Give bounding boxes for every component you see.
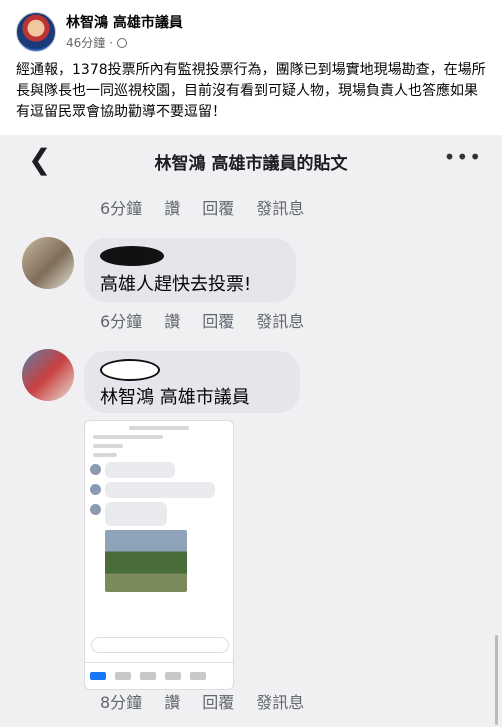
shot-nav-title: 林智鴻 高雄市議員的貼文: [154, 154, 348, 174]
post-time[interactable]: 46分鐘 ·: [66, 36, 117, 50]
attached-photo: [105, 530, 187, 592]
like-action: 讚: [164, 199, 181, 218]
embedded-screenshot: ❮ 林智鴻 高雄市議員的貼文 ••• 6分鐘讚回覆 發訊息 高雄人趕快去投票! 6…: [0, 135, 502, 727]
like-action: 讚: [164, 693, 181, 712]
globe-icon: [116, 38, 127, 48]
attached-image-header: [85, 426, 233, 430]
reply-action: 回覆: [202, 312, 235, 331]
comment-text: 高雄人趕快去投票!: [100, 274, 252, 295]
message-action: 發訊息: [256, 693, 305, 712]
commenter-avatar: [22, 349, 74, 401]
attached-bubble: [90, 482, 215, 498]
comment-actions: 8分鐘 讚 回覆 發訊息: [100, 689, 326, 713]
comment-time: 6分鐘: [100, 312, 143, 331]
commenter-avatar: [22, 237, 74, 289]
redacted-name: [100, 246, 164, 266]
author-avatar[interactable]: [16, 12, 56, 52]
attached-tab-bar: [85, 637, 233, 689]
comment-time: 6分鐘: [100, 199, 143, 218]
reply-action: 回覆: [202, 199, 235, 218]
comment-actions: 6分鐘 讚 回覆 發訊息: [100, 308, 326, 332]
comment-bubble: 林智鴻 高雄市議員: [84, 351, 300, 413]
scrollbar: [495, 635, 498, 725]
shot-nav-bar: ❮ 林智鴻 高雄市議員的貼文 •••: [0, 135, 502, 185]
attached-input: [91, 637, 229, 653]
attached-image: [84, 420, 234, 690]
comment-bubble: 高雄人趕快去投票!: [84, 238, 296, 302]
comment-time: 8分鐘: [100, 693, 143, 712]
redacted-name: [100, 359, 160, 381]
message-action: 發訊息: [256, 199, 305, 218]
comment-text: 林智鴻 高雄市議員: [100, 387, 250, 408]
more-icon: •••: [443, 145, 482, 169]
attached-bubble: [90, 462, 175, 478]
author-name[interactable]: 林智鴻 高雄市議員: [66, 12, 183, 32]
comment-actions: 6分鐘 讚 回覆 發訊息: [100, 195, 326, 219]
message-action: 發訊息: [256, 312, 305, 331]
post-meta: 46分鐘 ·: [66, 34, 127, 51]
post-body: 經通報，1378投票所內有監視投票行為，團隊已到場實地現場勘查，在場所長與隊長也…: [16, 62, 486, 120]
reply-action: 回覆: [202, 693, 235, 712]
like-action: 讚: [164, 312, 181, 331]
post-header: 林智鴻 高雄市議員 46分鐘 ·: [0, 0, 502, 60]
attached-bubble: [90, 502, 167, 526]
